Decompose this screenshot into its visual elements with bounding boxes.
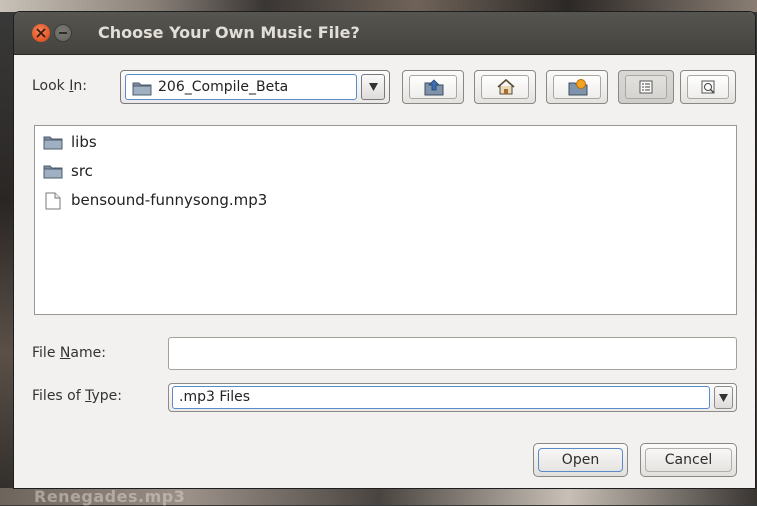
open-button[interactable]: Open — [533, 443, 628, 477]
close-window-button[interactable] — [32, 24, 50, 42]
chevron-down-icon — [719, 394, 728, 402]
list-view-icon — [639, 80, 653, 94]
file-name-text: bensound-funnysong.mp3 — [71, 191, 268, 209]
home-button[interactable] — [474, 70, 536, 104]
cancel-button[interactable]: Cancel — [640, 443, 737, 477]
details-view-icon — [701, 80, 715, 94]
open-button-label: Open — [561, 452, 600, 468]
folder-icon — [43, 136, 63, 150]
look-in-combobox[interactable]: 206_Compile_Beta — [120, 70, 390, 104]
file-type-value-field[interactable]: .mp3 Files — [172, 386, 710, 409]
file-name-input[interactable] — [168, 337, 737, 370]
file-type-dropdown-button[interactable] — [714, 386, 733, 409]
details-view-button[interactable] — [680, 70, 736, 104]
dialog-title: Choose Your Own Music File? — [98, 23, 360, 42]
minimize-window-button[interactable] — [54, 24, 72, 42]
title-bar[interactable]: Choose Your Own Music File? — [14, 12, 755, 55]
file-list[interactable]: libs src bensound-funnysong.mp3 — [34, 125, 737, 315]
cancel-button-label: Cancel — [664, 452, 713, 468]
file-name-label: File Name: — [32, 345, 106, 361]
chevron-down-icon — [369, 83, 378, 91]
close-icon — [36, 28, 46, 38]
new-folder-icon — [568, 79, 588, 96]
desktop-background-top — [0, 0, 757, 12]
up-one-level-button[interactable] — [402, 70, 464, 104]
new-folder-button[interactable] — [546, 70, 608, 104]
file-chooser-dialog: Choose Your Own Music File? Look In: 206… — [14, 12, 755, 488]
file-icon — [45, 192, 61, 210]
background-file-label: Renegades.mp3 — [34, 487, 186, 506]
up-folder-icon — [424, 79, 444, 96]
look-in-value-field[interactable]: 206_Compile_Beta — [125, 74, 357, 100]
file-type-label: Files of Type: — [32, 388, 123, 404]
file-name-text: libs — [71, 133, 97, 151]
home-icon — [497, 78, 515, 95]
folder-icon — [132, 82, 152, 96]
look-in-dropdown-button[interactable] — [361, 74, 385, 100]
folder-icon — [43, 165, 63, 179]
list-view-button[interactable] — [618, 70, 674, 104]
look-in-current-folder: 206_Compile_Beta — [158, 79, 289, 95]
file-type-selected: .mp3 Files — [179, 389, 251, 405]
file-type-combobox[interactable]: .mp3 Files — [168, 383, 737, 412]
look-in-label: Look In: — [32, 78, 87, 94]
file-name-text: src — [71, 162, 93, 180]
